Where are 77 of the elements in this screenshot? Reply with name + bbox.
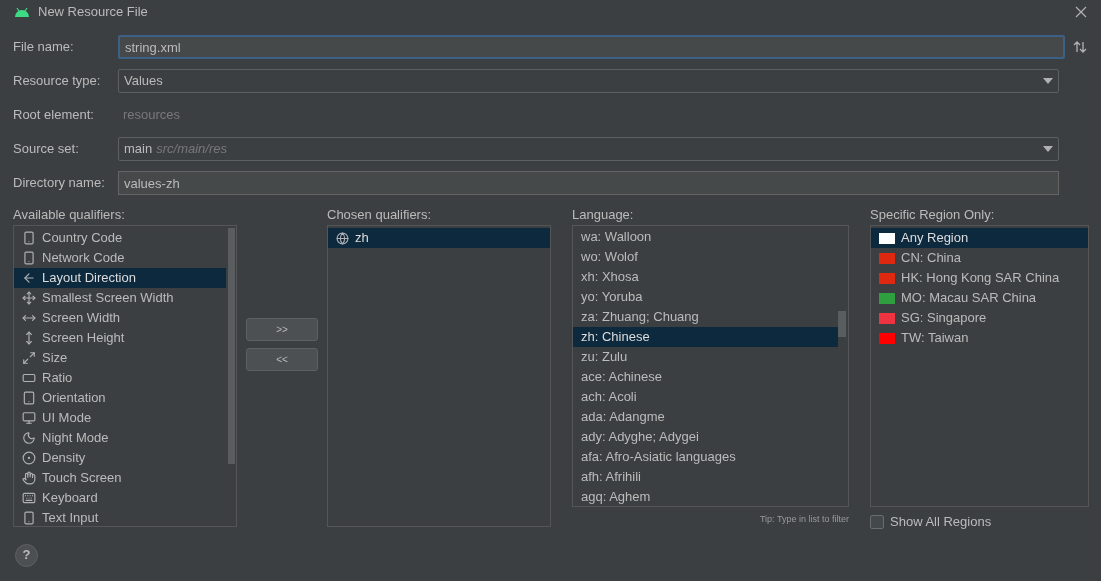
list-item[interactable]: Screen Height — [14, 328, 226, 348]
list-item[interactable]: HK: Hong Kong SAR China — [871, 268, 1088, 288]
list-item[interactable]: ady: Adyghe; Adygei — [573, 427, 838, 447]
list-item[interactable]: wo: Wolof — [573, 247, 838, 267]
list-item[interactable]: Smallest Screen Width — [14, 288, 226, 308]
text-field[interactable]: string.xml — [118, 35, 1065, 59]
list-item[interactable]: xh: Xhosa — [573, 267, 838, 287]
sort-icon[interactable] — [1073, 41, 1087, 53]
move-icon — [22, 291, 36, 305]
list-item[interactable]: Any Region — [871, 228, 1088, 248]
section-label: Available qualifiers: — [13, 206, 126, 224]
android-icon — [14, 7, 30, 17]
help-button[interactable]: ? — [15, 543, 38, 567]
section-label: Specific Region Only: — [870, 206, 996, 224]
list-item[interactable]: MO: Macau SAR China — [871, 288, 1088, 308]
list-item[interactable]: zh — [328, 228, 550, 248]
move-button[interactable]: >> — [246, 318, 318, 341]
hand-icon — [22, 471, 36, 485]
text-field[interactable]: values-zh — [118, 171, 1059, 195]
list-item[interactable]: Layout Direction — [14, 268, 226, 288]
rectangle-icon — [22, 371, 36, 385]
list-item[interactable]: agq: Aghem — [573, 487, 838, 507]
checkbox-label: Show All Regions — [890, 513, 992, 531]
list-item[interactable]: ada: Adangme — [573, 407, 838, 427]
list-item[interactable]: Country Code — [14, 228, 226, 248]
section-label: Chosen qualifiers: — [327, 206, 433, 224]
field-label: Root element: — [13, 106, 95, 125]
phone-icon — [22, 511, 36, 525]
dropdown[interactable]: main src/main/res — [118, 137, 1059, 161]
list-item[interactable]: SG: Singapore — [871, 308, 1088, 328]
close-icon[interactable] — [1075, 6, 1087, 18]
field-label: File name: — [13, 38, 75, 57]
scrollbar — [838, 311, 846, 337]
field-label: Source set: — [13, 140, 80, 159]
caret-icon — [1043, 78, 1053, 84]
field-label: Resource type: — [13, 72, 102, 91]
checkbox[interactable] — [870, 514, 884, 529]
list-item[interactable]: zh: Chinese — [573, 327, 838, 347]
list-item[interactable]: Keyboard — [14, 488, 226, 508]
field-label: Directory name: — [13, 174, 106, 193]
dot-icon — [22, 451, 36, 465]
list-item[interactable]: TW: Taiwan — [871, 328, 1088, 348]
list-item[interactable]: Orientation — [14, 388, 226, 408]
list-item[interactable]: ace: Achinese — [573, 367, 838, 387]
moon-icon — [22, 431, 36, 445]
list-item[interactable]: Ratio — [14, 368, 226, 388]
list-item[interactable]: wa: Walloon — [573, 227, 838, 247]
list-item[interactable]: ach: Acoli — [573, 387, 838, 407]
list-item[interactable]: Density — [14, 448, 226, 468]
phone-icon — [22, 231, 36, 245]
keyboard-icon — [22, 491, 36, 505]
filter-tip: Tip: Type in list to filter — [759, 513, 849, 526]
arrow-icon — [22, 271, 36, 285]
section-label: Language: — [572, 206, 635, 224]
list-item[interactable]: zu: Zulu — [573, 347, 838, 367]
list-item[interactable]: Size — [14, 348, 226, 368]
move-button[interactable]: << — [246, 348, 318, 371]
list-item[interactable]: Night Mode — [14, 428, 226, 448]
globe-icon — [336, 231, 349, 245]
phone-icon — [22, 251, 36, 265]
list-item[interactable]: Text Input — [14, 508, 226, 528]
window-title: New Resource File — [38, 3, 148, 22]
tablet-icon — [22, 391, 36, 405]
list-item[interactable]: afa: Afro-Asiatic languages — [573, 447, 838, 467]
monitor-icon — [22, 411, 36, 425]
dropdown[interactable]: Values — [118, 69, 1059, 93]
list-item[interactable]: Screen Width — [14, 308, 226, 328]
list-item[interactable]: Touch Screen — [14, 468, 226, 488]
list-item[interactable]: Network Code — [14, 248, 226, 268]
resize-icon — [22, 351, 36, 365]
root-element-value: resources — [122, 106, 182, 125]
caret-icon — [1043, 146, 1053, 152]
list-item[interactable]: UI Mode — [14, 408, 226, 428]
list-item[interactable]: yo: Yoruba — [573, 287, 838, 307]
list-item[interactable]: za: Zhuang; Chuang — [573, 307, 838, 327]
list-item[interactable]: afh: Afrihili — [573, 467, 838, 487]
list-item[interactable]: CN: China — [871, 248, 1088, 268]
